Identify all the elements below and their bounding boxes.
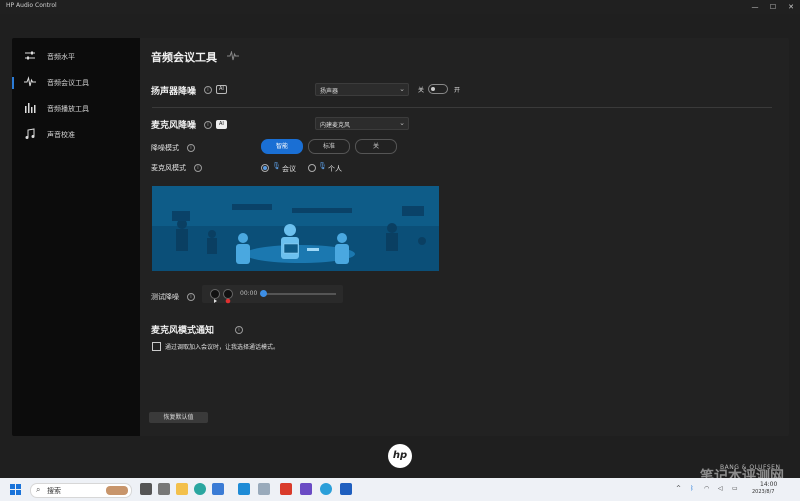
noise-mode-smart[interactable]: 智能 (261, 139, 303, 154)
noise-mode-standard[interactable]: 标准 (308, 139, 350, 154)
chevron-down-icon: ⌄ (399, 85, 405, 93)
sidebar-item-sound-calibration[interactable]: 声音校准 (12, 126, 140, 144)
section-divider (152, 107, 772, 108)
waveform-icon (227, 51, 239, 61)
task-view-icon[interactable] (140, 483, 152, 495)
title-bar: HP Audio Control — ☐ ✕ (0, 0, 800, 14)
hp-logo: hp (388, 444, 412, 468)
edge-icon[interactable] (194, 483, 206, 495)
info-icon[interactable]: i (187, 144, 195, 152)
play-button[interactable] (210, 289, 220, 303)
window-title: HP Audio Control (6, 2, 57, 9)
store-icon[interactable] (212, 483, 224, 495)
wps-icon[interactable] (280, 483, 292, 495)
reset-defaults-button[interactable]: 恢复默认值 (149, 412, 208, 423)
sidebar: 音频水平 音频会议工具 音频播放工具 声音校准 (12, 38, 140, 436)
mic-notify-checkbox[interactable] (152, 342, 161, 351)
mic-device-select[interactable]: 内建麦克风 ⌄ (315, 117, 409, 130)
mic-mode-label: 麦克风模式 (151, 164, 186, 172)
mic-notify-text: 通过调取加入会议时，让我选择通话模式。 (165, 344, 280, 351)
maximize-button[interactable]: ☐ (764, 0, 782, 14)
clock-time[interactable]: 14:00 (760, 481, 777, 488)
close-button[interactable]: ✕ (782, 0, 800, 14)
clock-date[interactable]: 2023/8/7 (752, 489, 774, 495)
minimize-button[interactable]: — (746, 0, 764, 14)
ai-badge: AI (216, 120, 227, 129)
taskbar-search[interactable]: ⌕ 搜索 (30, 483, 132, 498)
taskbar: ⌕ 搜索 ^ ᛒ ◠ ◁ ▭ 14:00 2023/8/7 (0, 478, 800, 501)
sidebar-item-conference-tools[interactable]: 音频会议工具 (12, 74, 140, 92)
app-icon[interactable] (300, 483, 312, 495)
search-highlight-icon (106, 486, 128, 495)
bluetooth-icon[interactable]: ᛒ (690, 485, 694, 492)
sidebar-item-label: 声音校准 (47, 131, 75, 139)
sidebar-item-playback-tools[interactable]: 音频播放工具 (12, 100, 140, 118)
test-player: 00:00 (202, 285, 343, 304)
info-icon[interactable]: i (194, 164, 202, 172)
info-icon[interactable]: i (204, 86, 212, 94)
file-explorer-icon[interactable] (176, 483, 188, 495)
info-icon[interactable]: i (187, 293, 195, 301)
speaker-device-value: 扬声器 (320, 88, 339, 95)
info-icon[interactable]: i (235, 326, 243, 334)
equalizer-icon (25, 103, 36, 113)
progress-handle[interactable] (260, 290, 267, 297)
microphone-icon: 🎙 (318, 162, 327, 170)
sidebar-item-audio-levels[interactable]: 音频水平 (12, 48, 140, 66)
info-icon[interactable]: i (204, 121, 212, 129)
tray-chevron-icon[interactable]: ^ (676, 485, 681, 492)
record-icon (225, 298, 231, 304)
speaker-noise-toggle[interactable] (428, 84, 448, 94)
search-placeholder: 搜索 (47, 487, 61, 495)
app-icon[interactable] (320, 483, 332, 495)
play-icon (214, 299, 217, 303)
mic-mode-personal-label: 个人 (328, 165, 342, 173)
volume-icon[interactable]: ◁ (718, 485, 723, 492)
chevron-down-icon: ⌄ (399, 119, 405, 127)
progress-track[interactable] (262, 293, 336, 295)
widgets-icon[interactable] (158, 483, 170, 495)
conference-illustration (152, 186, 439, 271)
ai-badge: AI (216, 85, 227, 94)
battery-icon[interactable]: ▭ (732, 485, 738, 492)
speaker-noise-label: 扬声器降噪 (151, 87, 197, 97)
toggle-on-label: 开 (454, 87, 461, 94)
search-icon: ⌕ (36, 485, 41, 494)
noise-mode-label: 降噪模式 (151, 144, 179, 152)
noise-mode-off[interactable]: 关 (355, 139, 397, 154)
sidebar-item-label: 音频会议工具 (47, 79, 89, 87)
record-button[interactable] (223, 289, 233, 304)
app-icon[interactable] (238, 483, 250, 495)
waveform-icon (24, 76, 36, 87)
toggle-off-label: 关 (418, 87, 425, 94)
sidebar-item-label: 音频水平 (47, 53, 75, 61)
page-title: 音频会议工具 (151, 51, 217, 64)
toggle-knob (431, 87, 435, 91)
test-time: 00:00 (240, 290, 258, 297)
sidebar-item-label: 音频播放工具 (47, 105, 89, 113)
test-noise-label: 测试降噪 (151, 293, 179, 301)
wifi-icon[interactable]: ◠ (704, 485, 709, 492)
mic-noise-label: 麦克风降噪 (151, 121, 197, 131)
mic-mode-personal-radio[interactable] (308, 164, 316, 172)
microphone-icon: 🎙 (272, 162, 281, 170)
windows-start-icon[interactable] (10, 484, 21, 495)
sliders-icon (25, 51, 35, 60)
mic-mode-conference-radio[interactable] (261, 164, 269, 172)
app-panel: 音频水平 音频会议工具 音频播放工具 声音校准 音频会议工具 扬声器降噪 i A… (12, 38, 789, 436)
mic-mode-conference-label: 会议 (282, 165, 296, 173)
music-note-icon (25, 128, 35, 139)
mic-device-value: 内建麦克风 (320, 122, 351, 129)
mic-notify-label: 麦克风模式通知 (151, 326, 215, 336)
photos-icon[interactable] (258, 483, 270, 495)
speaker-device-select[interactable]: 扬声器 ⌄ (315, 83, 409, 96)
main-content: 音频会议工具 扬声器降噪 i AI 扬声器 ⌄ 关 开 麦克风降噪 i AI 内… (140, 38, 789, 436)
hp-audio-control-icon[interactable] (340, 483, 352, 495)
